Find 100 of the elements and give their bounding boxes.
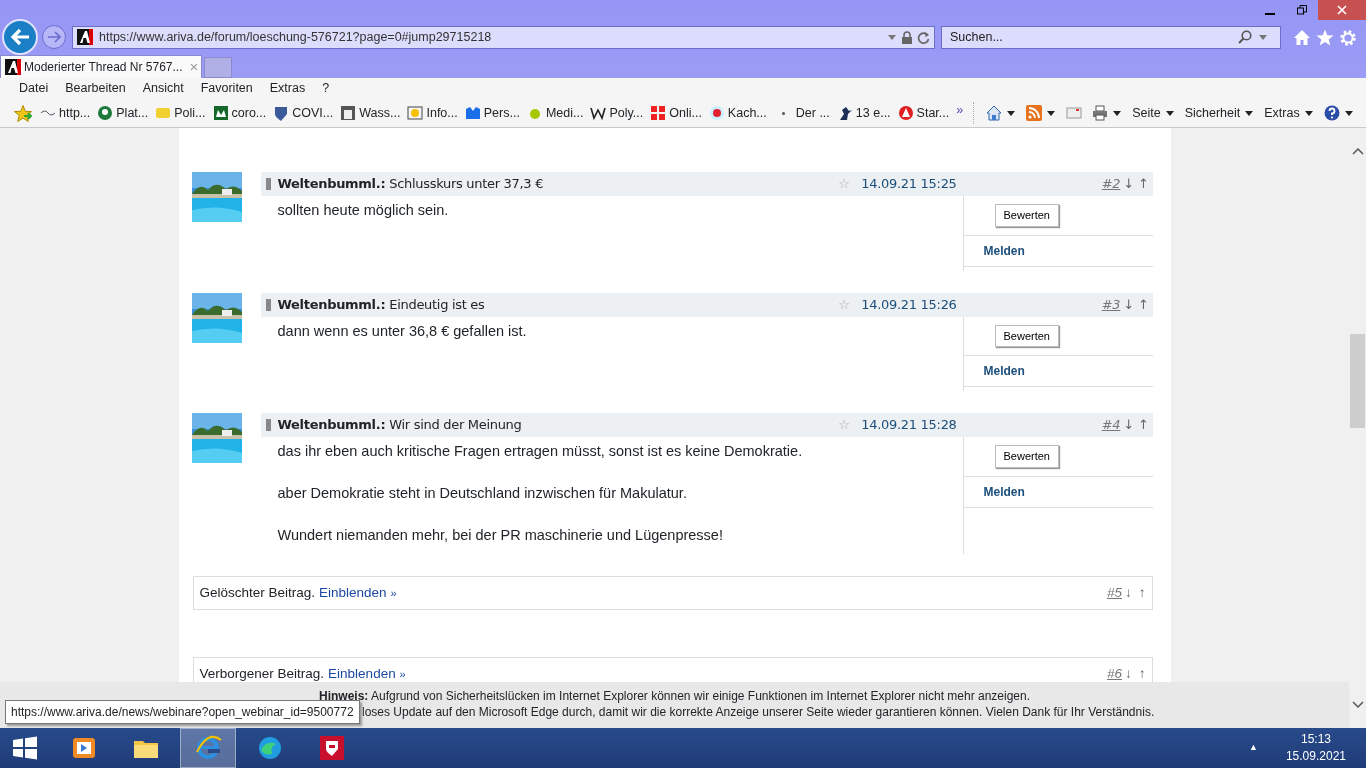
- favorite-link[interactable]: Pers...: [464, 103, 520, 123]
- down-arrow-link[interactable]: ↓: [1123, 294, 1134, 315]
- rate-button[interactable]: Bewerten: [994, 204, 1059, 227]
- home-icon[interactable]: [1293, 28, 1311, 46]
- up-arrow-link[interactable]: ↑: [1137, 294, 1149, 315]
- search-icon[interactable]: [1238, 30, 1252, 44]
- report-link[interactable]: Melden: [983, 482, 1153, 501]
- post-number-link[interactable]: #6: [1106, 666, 1122, 682]
- favorite-link[interactable]: Kach...: [708, 103, 767, 123]
- search-field[interactable]: Suchen...: [948, 26, 1238, 48]
- more-favorites-button[interactable]: »: [956, 101, 964, 120]
- favorite-link[interactable]: http...: [40, 103, 91, 123]
- menu-item[interactable]: Extras: [269, 79, 306, 98]
- restore-icon: [1297, 5, 1307, 15]
- post-number-link[interactable]: #2: [1101, 174, 1121, 194]
- down-arrow-link[interactable]: ↓: [1125, 585, 1132, 601]
- scroll-thumb[interactable]: [1350, 334, 1365, 428]
- report-link[interactable]: Melden: [983, 241, 1153, 260]
- post-date: 14.09.21 15:25: [861, 175, 958, 194]
- favorite-link[interactable]: Der ...: [773, 103, 830, 123]
- show-link[interactable]: Einblenden »: [319, 585, 397, 601]
- favorite-link[interactable]: Poly...: [590, 103, 644, 123]
- up-arrow-link[interactable]: ↑: [1138, 666, 1146, 682]
- menu-item[interactable]: Bearbeiten: [65, 79, 126, 98]
- taskbar-app-button[interactable]: [180, 728, 236, 768]
- browser-tab[interactable]: Moderierter Thread Nr 5767... ×: [0, 55, 203, 78]
- dot-icon: [781, 111, 785, 115]
- command-menu-button[interactable]: Sicherheit: [1184, 103, 1255, 123]
- marker-icon: [265, 419, 271, 431]
- favorites-star-icon[interactable]: [1316, 28, 1334, 46]
- refresh-icon[interactable]: [917, 30, 930, 44]
- dropdown-caret-icon[interactable]: [1343, 109, 1354, 117]
- down-arrow-link[interactable]: ↓: [1123, 174, 1134, 194]
- command-menu-button[interactable]: Extras: [1264, 103, 1314, 123]
- circle-icon: [708, 105, 725, 121]
- post-text: das ihr eben auch kritische Fragen ertragen müsst, sonst ist es keine Demokratie.: [277, 442, 804, 461]
- favorite-link[interactable]: Info...: [407, 103, 458, 123]
- printer-icon[interactable]: [1092, 105, 1109, 121]
- dropdown-caret-icon: [1303, 109, 1314, 117]
- dropdown-caret-icon[interactable]: [1046, 109, 1057, 117]
- notice-text: Hinweis: Aufgrund von Sicherheitslücken im Internet Explorer können wir einige Funktionen im Internet Explorer nicht mehr anzeigen.: [319, 689, 1030, 703]
- back-button[interactable]: [2, 19, 38, 55]
- post-author[interactable]: Weltenbumml.:: [277, 294, 386, 315]
- post-subject: Eindeutig ist es: [389, 295, 486, 314]
- post-number-link[interactable]: #4: [1101, 415, 1121, 435]
- mail-icon[interactable]: [1066, 105, 1083, 121]
- favorite-link[interactable]: Onli...: [650, 103, 702, 123]
- down-arrow-link[interactable]: ↓: [1125, 666, 1132, 682]
- tray-expand-button[interactable]: ▲: [1249, 741, 1258, 755]
- close-icon: [1337, 5, 1347, 15]
- up-arrow-link[interactable]: ↑: [1138, 585, 1146, 601]
- command-menu-button[interactable]: Seite: [1132, 103, 1175, 123]
- show-link[interactable]: Einblenden »: [328, 666, 406, 682]
- site-logo-icon: [5, 59, 21, 75]
- scroll-up-icon[interactable]: [1351, 146, 1364, 156]
- favorites-star-icon[interactable]: [14, 104, 32, 122]
- post-number-link[interactable]: #5: [1106, 585, 1122, 601]
- favorite-link[interactable]: COVI...: [273, 103, 334, 123]
- browser-e-icon: [194, 734, 222, 762]
- rate-button[interactable]: Bewerten: [994, 445, 1059, 468]
- post-number-link[interactable]: #3: [1101, 294, 1121, 315]
- post-author[interactable]: Weltenbumml.:: [277, 174, 386, 194]
- folder-icon: [155, 105, 172, 121]
- settings-icon[interactable]: [1339, 28, 1357, 46]
- windows-logo-icon: [11, 734, 39, 762]
- tab-title: Moderierter Thread Nr 5767...: [24, 59, 183, 76]
- rate-button[interactable]: Bewerten: [994, 324, 1059, 347]
- clock[interactable]: 15:13 15.09.2021: [1285, 731, 1346, 765]
- marker-icon: [265, 298, 271, 311]
- favorite-link[interactable]: 13 e...: [836, 103, 891, 123]
- up-arrow-link[interactable]: ↑: [1137, 174, 1149, 194]
- down-arrow-link[interactable]: ↓: [1123, 415, 1134, 435]
- back-arrow-icon: [10, 28, 30, 46]
- scrollbar[interactable]: [1349, 128, 1366, 728]
- favorite-link[interactable]: Medi...: [526, 103, 584, 123]
- dropdown-caret-icon: [1164, 109, 1175, 117]
- menu-item[interactable]: ?: [322, 79, 330, 98]
- favorite-link[interactable]: Star...: [897, 103, 950, 123]
- post-text: Wundert niemanden mehr, bei der PR maschinerie und Lügenpresse!: [277, 526, 724, 545]
- menu-item[interactable]: Ansicht: [142, 79, 184, 98]
- report-link[interactable]: Melden: [983, 362, 1153, 380]
- search-box[interactable]: Suchen...: [941, 25, 1281, 49]
- favorite-link[interactable]: Plat...: [97, 103, 149, 123]
- home-icon[interactable]: [986, 105, 1003, 121]
- favorite-link[interactable]: Wass...: [340, 103, 401, 123]
- shield-icon: [273, 105, 290, 121]
- minimize-icon: [1265, 13, 1275, 15]
- dropdown-caret-icon[interactable]: [1112, 109, 1123, 117]
- dropdown-caret-icon[interactable]: [1006, 109, 1017, 117]
- favorite-link[interactable]: coro...: [212, 103, 267, 123]
- menu-item[interactable]: Datei: [19, 79, 49, 98]
- scroll-down-icon[interactable]: [1351, 700, 1364, 710]
- favorite-link[interactable]: Poli...: [155, 103, 206, 123]
- address-bar[interactable]: https://www.ariva.de/forum/loeschung-576721?page=0#jump29715218: [72, 25, 935, 49]
- up-arrow-link[interactable]: ↑: [1137, 415, 1149, 435]
- post-subject: Schlusskurs unter 37,3 €: [389, 175, 545, 194]
- menu-item[interactable]: Favoriten: [200, 79, 253, 98]
- help-icon[interactable]: [1323, 105, 1340, 121]
- post-author[interactable]: Weltenbumml.:: [277, 415, 386, 435]
- address-text: https://www.ariva.de/forum/loeschung-576721?page=0#jump29715218: [99, 28, 493, 46]
